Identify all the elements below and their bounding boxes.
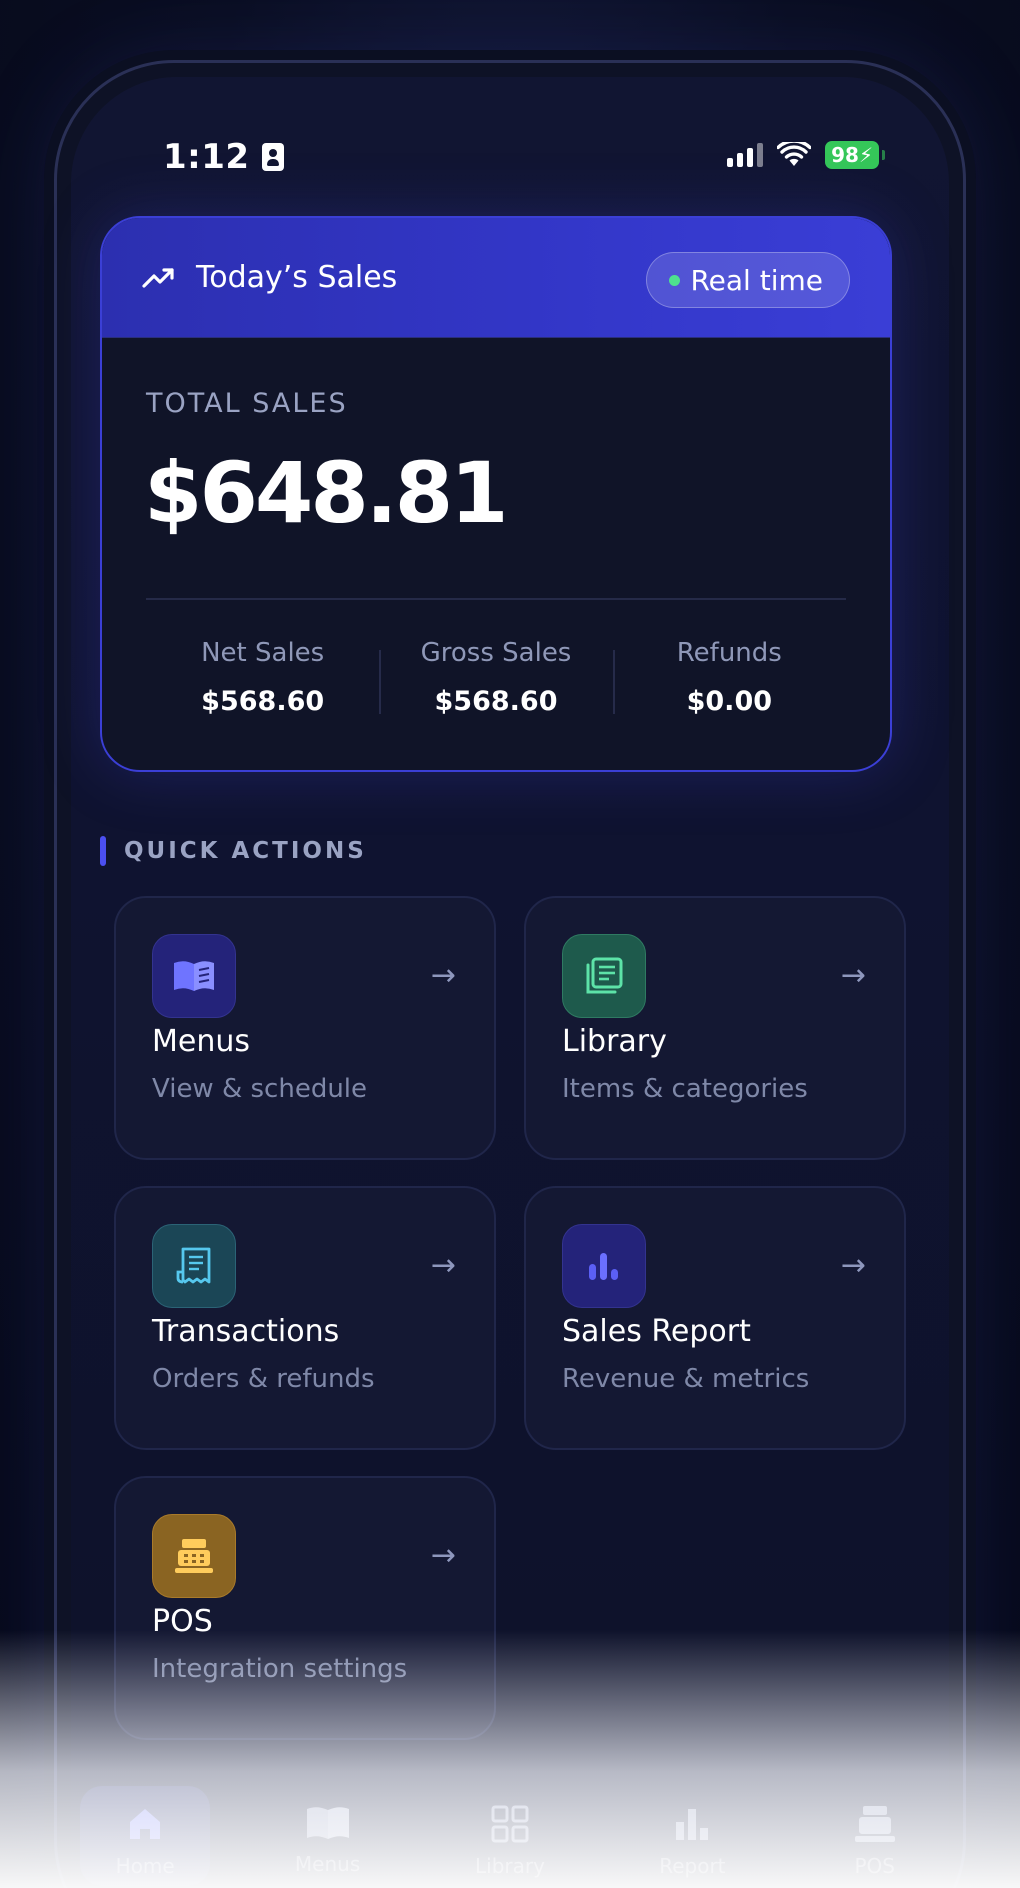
- contact-card-icon: [261, 143, 284, 171]
- nav-label: Library: [475, 1854, 545, 1878]
- metric-label: Gross Sales: [420, 638, 572, 668]
- heading-accent-bar: [100, 836, 106, 866]
- battery-icon: 98⚡: [825, 141, 885, 169]
- quick-actions-title: QUICK ACTIONS: [124, 838, 367, 864]
- action-subtitle: Revenue & metrics: [562, 1364, 810, 1394]
- receipt-icon: [152, 1224, 236, 1308]
- nav-report[interactable]: Report: [627, 1786, 757, 1878]
- action-title: Library: [562, 1024, 667, 1059]
- action-subtitle: Integration settings: [152, 1654, 408, 1684]
- action-card-library[interactable]: → Library Items & categories: [524, 896, 906, 1160]
- nav-library[interactable]: Library: [445, 1786, 575, 1878]
- action-title: POS: [152, 1604, 213, 1639]
- nav-label: Report: [659, 1854, 726, 1878]
- wifi-icon: [777, 142, 812, 166]
- realtime-badge: Real time: [646, 252, 850, 308]
- action-card-pos[interactable]: → POS Integration settings: [114, 1476, 496, 1740]
- nav-label: Home: [115, 1854, 175, 1878]
- live-dot-icon: [669, 274, 681, 286]
- charging-bolt-icon: ⚡: [858, 143, 873, 167]
- realtime-label: Real time: [690, 263, 823, 297]
- book-icon: [152, 934, 236, 1018]
- sales-card-title: Today’s Sales: [196, 260, 398, 295]
- nav-home[interactable]: Home: [80, 1786, 211, 1886]
- status-indicators: 98⚡: [727, 141, 885, 169]
- cash-register-icon: [854, 1806, 895, 1842]
- bar-chart-icon: [562, 1224, 646, 1308]
- metric-gross-sales: Gross Sales $568.60: [379, 638, 612, 738]
- metric-label: Refunds: [676, 638, 782, 668]
- action-title: Sales Report: [562, 1314, 751, 1349]
- action-subtitle: Orders & refunds: [152, 1364, 375, 1394]
- sales-card-header: Today’s Sales Real time: [102, 218, 890, 338]
- clock: 1:12: [163, 137, 250, 177]
- book-icon: [306, 1807, 349, 1839]
- nav-label: Menus: [294, 1852, 361, 1876]
- arrow-right-icon: →: [840, 958, 866, 993]
- arrow-right-icon: →: [430, 1538, 456, 1573]
- metric-net-sales: Net Sales $568.60: [146, 638, 379, 738]
- sales-metrics: Net Sales $568.60 Gross Sales $568.60 Re…: [146, 638, 846, 738]
- action-card-sales-report[interactable]: → Sales Report Revenue & metrics: [524, 1186, 906, 1450]
- library-icon: [562, 934, 646, 1018]
- nav-label: POS: [854, 1854, 896, 1878]
- action-title: Menus: [152, 1024, 250, 1059]
- trending-up-icon: [142, 267, 174, 288]
- metric-refunds: Refunds $0.00: [612, 638, 846, 738]
- nav-menus[interactable]: Menus: [263, 1786, 393, 1876]
- cellular-signal-icon: [727, 143, 764, 167]
- quick-actions-heading: QUICK ACTIONS: [100, 836, 367, 866]
- bottom-nav: Home Menus Library Report POS: [54, 1766, 966, 1886]
- bar-chart-icon: [676, 1809, 709, 1840]
- arrow-right-icon: →: [840, 1248, 866, 1283]
- arrow-right-icon: →: [430, 958, 456, 993]
- action-subtitle: View & schedule: [152, 1074, 368, 1104]
- battery-level: 98: [831, 143, 859, 167]
- status-time: 1:12: [163, 137, 284, 177]
- action-subtitle: Items & categories: [562, 1074, 808, 1104]
- metric-value: $568.60: [201, 686, 325, 717]
- nav-pos[interactable]: POS: [810, 1786, 940, 1878]
- action-card-transactions[interactable]: → Transactions Orders & refunds: [114, 1186, 496, 1450]
- arrow-right-icon: →: [430, 1248, 456, 1283]
- metric-value: $0.00: [686, 686, 773, 717]
- metric-label: Net Sales: [201, 638, 325, 668]
- todays-sales-card: Today’s Sales Real time TOTAL SALES $648…: [100, 216, 892, 772]
- home-icon: [130, 1809, 161, 1839]
- action-title: Transactions: [152, 1314, 340, 1349]
- metric-value: $568.60: [434, 686, 558, 717]
- action-card-menus[interactable]: → Menus View & schedule: [114, 896, 496, 1160]
- grid-icon: [491, 1805, 529, 1843]
- card-divider: [146, 598, 846, 600]
- total-sales-value: $648.81: [144, 444, 509, 542]
- total-sales-label: TOTAL SALES: [146, 388, 348, 419]
- cash-register-icon: [152, 1514, 236, 1598]
